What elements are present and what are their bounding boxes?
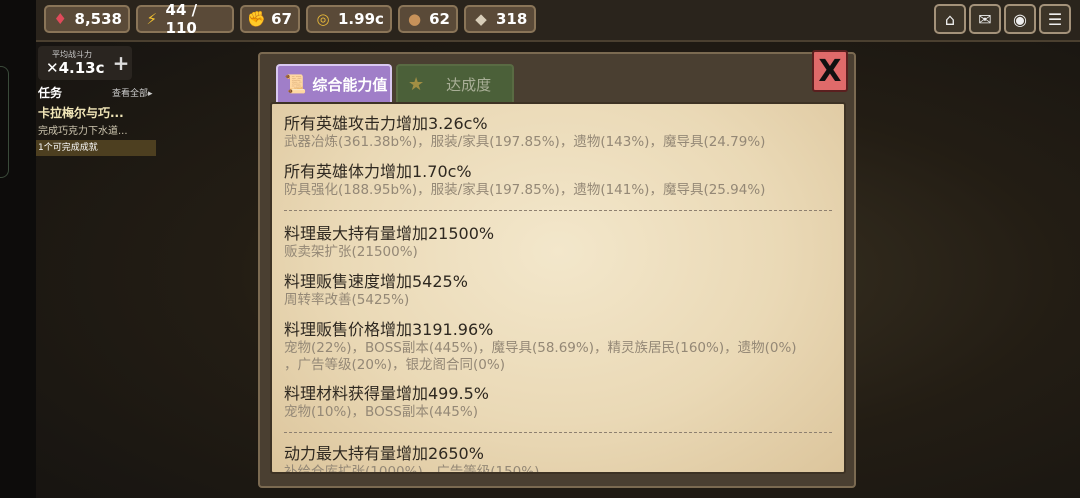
resource-stamina[interactable]: ✊ 67 bbox=[240, 5, 300, 33]
stat-detail: 武器冶炼(361.38b%)，服装/家具(197.85%)，遗物(143%)，魔… bbox=[284, 134, 766, 150]
menu-button[interactable]: ☰ bbox=[1039, 4, 1071, 34]
mail-button[interactable]: ✉ bbox=[969, 4, 1001, 34]
stat-title: 料理材料获得量增加499.5% bbox=[284, 384, 490, 403]
stat-title: 料理最大持有量增加21500% bbox=[284, 224, 495, 243]
power-plus-button[interactable]: + bbox=[110, 50, 132, 76]
stat-title: 料理贩售价格增加3191.96% bbox=[284, 320, 494, 339]
gold-value: 1.99c bbox=[338, 10, 384, 28]
left-edge-strip bbox=[0, 0, 36, 498]
stamina-value: 67 bbox=[271, 10, 292, 28]
stone-value: 318 bbox=[496, 10, 528, 28]
home-upload-icon: ⌂ bbox=[944, 9, 956, 29]
stat-title: 料理贩售速度增加5425% bbox=[284, 272, 468, 291]
resource-stone[interactable]: ◆ 318 bbox=[464, 5, 536, 33]
close-icon: X bbox=[818, 53, 842, 89]
gold-coin-icon: ◎ bbox=[316, 10, 330, 28]
quest-desc: 完成巧克力下水道... bbox=[38, 126, 128, 137]
fist-lightning-icon: ✊ bbox=[247, 10, 266, 28]
stat-title: 动力最大持有量增加2650% bbox=[284, 444, 484, 463]
quest-panel[interactable]: 任务 查看全部▸ 卡拉梅尔与巧... 完成巧克力下水道... 1个可完成成就 bbox=[36, 82, 156, 158]
home-upload-button[interactable]: ⌂ bbox=[934, 4, 966, 34]
scroll-icon: 📜 bbox=[284, 73, 307, 95]
energy-value: 44 / 110 bbox=[165, 1, 198, 37]
stats-list[interactable]: 所有英雄攻击力增加3.26c% 武器冶炼(361.38b%)，服装/家具(197… bbox=[270, 102, 846, 474]
resource-energy[interactable]: ⚡ 44 / 110 bbox=[136, 1, 234, 37]
stat-title: 所有英雄攻击力增加3.26c% bbox=[284, 114, 488, 133]
stat-detail: 贩卖架扩张(21500%) bbox=[284, 244, 418, 260]
lightning-icon: ⚡ bbox=[146, 10, 158, 28]
quest-header: 任务 bbox=[38, 86, 63, 100]
resource-gold[interactable]: ◎ 1.99c bbox=[306, 5, 392, 33]
view-all-link[interactable]: 查看全部▸ bbox=[112, 86, 153, 99]
tab-achievement[interactable]: ★ 达成度 bbox=[396, 64, 514, 102]
gem-icon: ♦ bbox=[53, 10, 67, 28]
stat-detail: 防具强化(188.95b%)，服装/家具(197.85%)，遗物(141%)，魔… bbox=[284, 182, 766, 198]
stat-detail-cont: ，广告等级(20%)，银龙阁合同(0%) bbox=[284, 357, 505, 373]
stone-icon: ◆ bbox=[475, 10, 487, 28]
tab-achievement-label: 达成度 bbox=[446, 75, 492, 94]
camera-icon: ◉ bbox=[1013, 9, 1027, 29]
divider bbox=[284, 432, 832, 433]
resource-ore[interactable]: ● 62 bbox=[398, 5, 458, 33]
power-value: ✕4.13c bbox=[46, 59, 105, 77]
star-icon: ★ bbox=[408, 73, 425, 95]
stat-title: 所有英雄体力增加1.70c% bbox=[284, 162, 472, 181]
close-button[interactable]: X bbox=[812, 50, 848, 92]
side-drawer-handle[interactable] bbox=[0, 66, 9, 178]
crossed-swords-icon: ✕ bbox=[46, 59, 59, 77]
list-item: 动力最大持有量增加2650% 补给仓库扩张(1000%)，广告等级(150%) bbox=[284, 444, 540, 474]
camera-button[interactable]: ◉ bbox=[1004, 4, 1036, 34]
ore-value: 62 bbox=[429, 10, 450, 28]
stat-detail: 周转率改善(5425%) bbox=[284, 292, 410, 308]
menu-icon: ☰ bbox=[1047, 9, 1063, 29]
list-item: 料理最大持有量增加21500% 贩卖架扩张(21500%) bbox=[284, 224, 494, 261]
resource-gems[interactable]: ♦ 8,538 bbox=[44, 5, 130, 33]
list-item: 所有英雄体力增加1.70c% 防具强化(188.95b%)，服装/家具(197.… bbox=[284, 162, 765, 199]
tab-overall-stats-label: 综合能力值 bbox=[312, 75, 388, 94]
quest-title: 卡拉梅尔与巧... bbox=[38, 106, 124, 120]
stat-detail: 补给仓库扩张(1000%)，广告等级(150%) bbox=[284, 464, 540, 474]
ore-icon: ● bbox=[408, 10, 422, 28]
stat-detail: 宠物(22%)，BOSS副本(445%)，魔导具(58.69%)，精灵族居民(1… bbox=[284, 340, 797, 356]
stat-detail: 宠物(10%)，BOSS副本(445%) bbox=[284, 404, 478, 420]
divider bbox=[284, 210, 832, 211]
list-item: 所有英雄攻击力增加3.26c% 武器冶炼(361.38b%)，服装/家具(197… bbox=[284, 114, 765, 151]
tab-overall-stats[interactable]: 📜 综合能力值 bbox=[276, 64, 392, 102]
mail-icon: ✉ bbox=[978, 9, 992, 29]
achievement-badge[interactable]: 1个可完成成就 bbox=[36, 140, 156, 156]
list-item: 料理材料获得量增加499.5% 宠物(10%)，BOSS副本(445%) bbox=[284, 384, 489, 421]
list-item: 料理贩售速度增加5425% 周转率改善(5425%) bbox=[284, 272, 468, 309]
list-item: 料理贩售价格增加3191.96% 宠物(22%)，BOSS副本(445%)，魔导… bbox=[284, 320, 797, 374]
gems-value: 8,538 bbox=[74, 10, 122, 28]
